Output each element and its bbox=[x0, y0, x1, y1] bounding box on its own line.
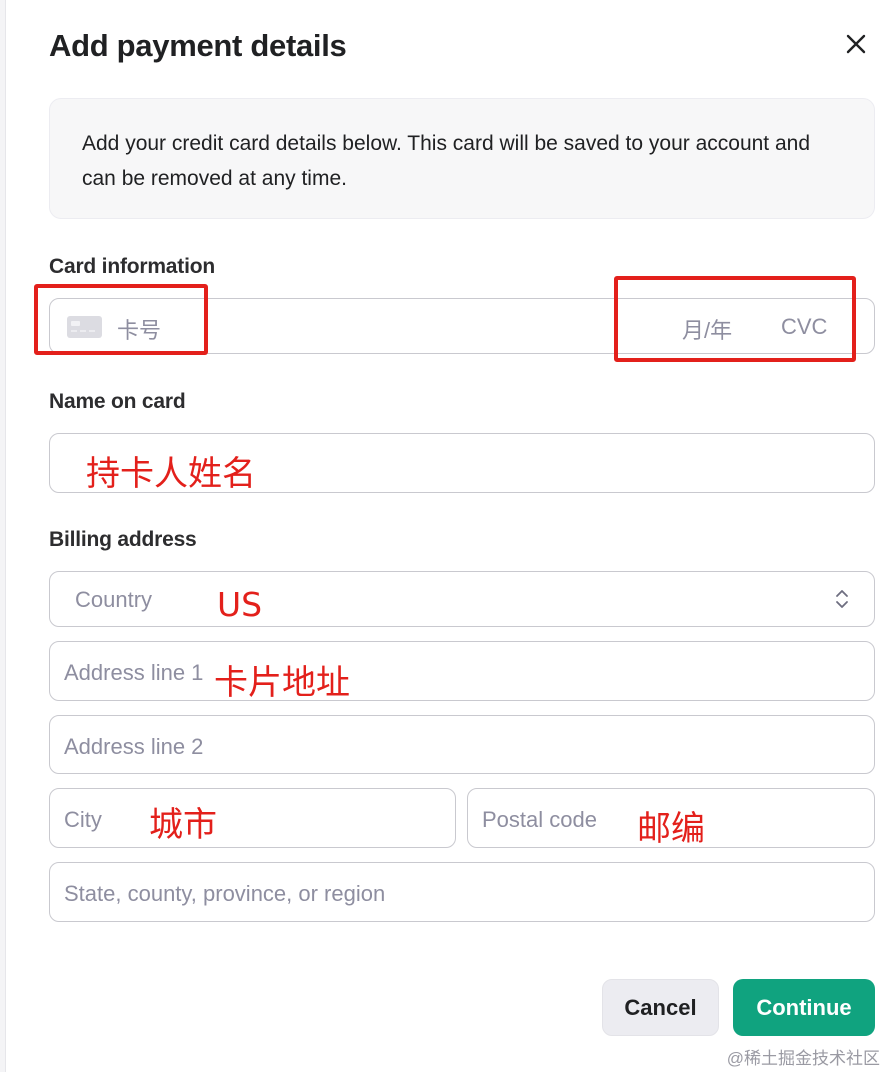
chevron-updown-icon bbox=[836, 590, 848, 608]
state-region-input[interactable]: State, county, province, or region bbox=[49, 862, 875, 922]
cancel-button[interactable]: Cancel bbox=[602, 979, 719, 1036]
address-line-2-placeholder: Address line 2 bbox=[64, 734, 204, 759]
address-annotation: 卡片地址 bbox=[214, 663, 350, 703]
postal-code-placeholder: Postal code bbox=[482, 807, 597, 832]
address-line-1-input[interactable]: Address line 1 bbox=[49, 641, 875, 701]
postal-annotation: 邮编 bbox=[637, 809, 705, 849]
city-annotation: 城市 bbox=[149, 805, 217, 845]
address-line-2-input[interactable]: Address line 2 bbox=[49, 715, 875, 774]
city-input[interactable]: City bbox=[49, 788, 456, 848]
city-placeholder: City bbox=[64, 807, 102, 832]
close-icon bbox=[846, 34, 866, 54]
state-region-placeholder: State, county, province, or region bbox=[64, 881, 386, 906]
info-message: Add your credit card details below. This… bbox=[49, 98, 875, 219]
card-number-highlight bbox=[34, 284, 208, 355]
name-annotation: 持卡人姓名 bbox=[86, 454, 256, 494]
expiry-cvc-highlight bbox=[614, 276, 856, 362]
billing-address-label: Billing address bbox=[49, 528, 197, 551]
country-placeholder: Country bbox=[75, 587, 153, 612]
card-information-label: Card information bbox=[49, 255, 215, 278]
watermark: @稀土掘金技术社区 bbox=[726, 1049, 880, 1068]
address-line-1-placeholder: Address line 1 bbox=[64, 660, 204, 685]
close-button[interactable] bbox=[840, 28, 872, 60]
background-edge bbox=[0, 0, 6, 1072]
country-annotation: US bbox=[217, 585, 263, 624]
name-on-card-label: Name on card bbox=[49, 390, 186, 413]
dialog-title: Add payment details bbox=[49, 28, 347, 63]
country-select[interactable]: Country bbox=[49, 571, 875, 627]
continue-button[interactable]: Continue bbox=[733, 979, 875, 1036]
